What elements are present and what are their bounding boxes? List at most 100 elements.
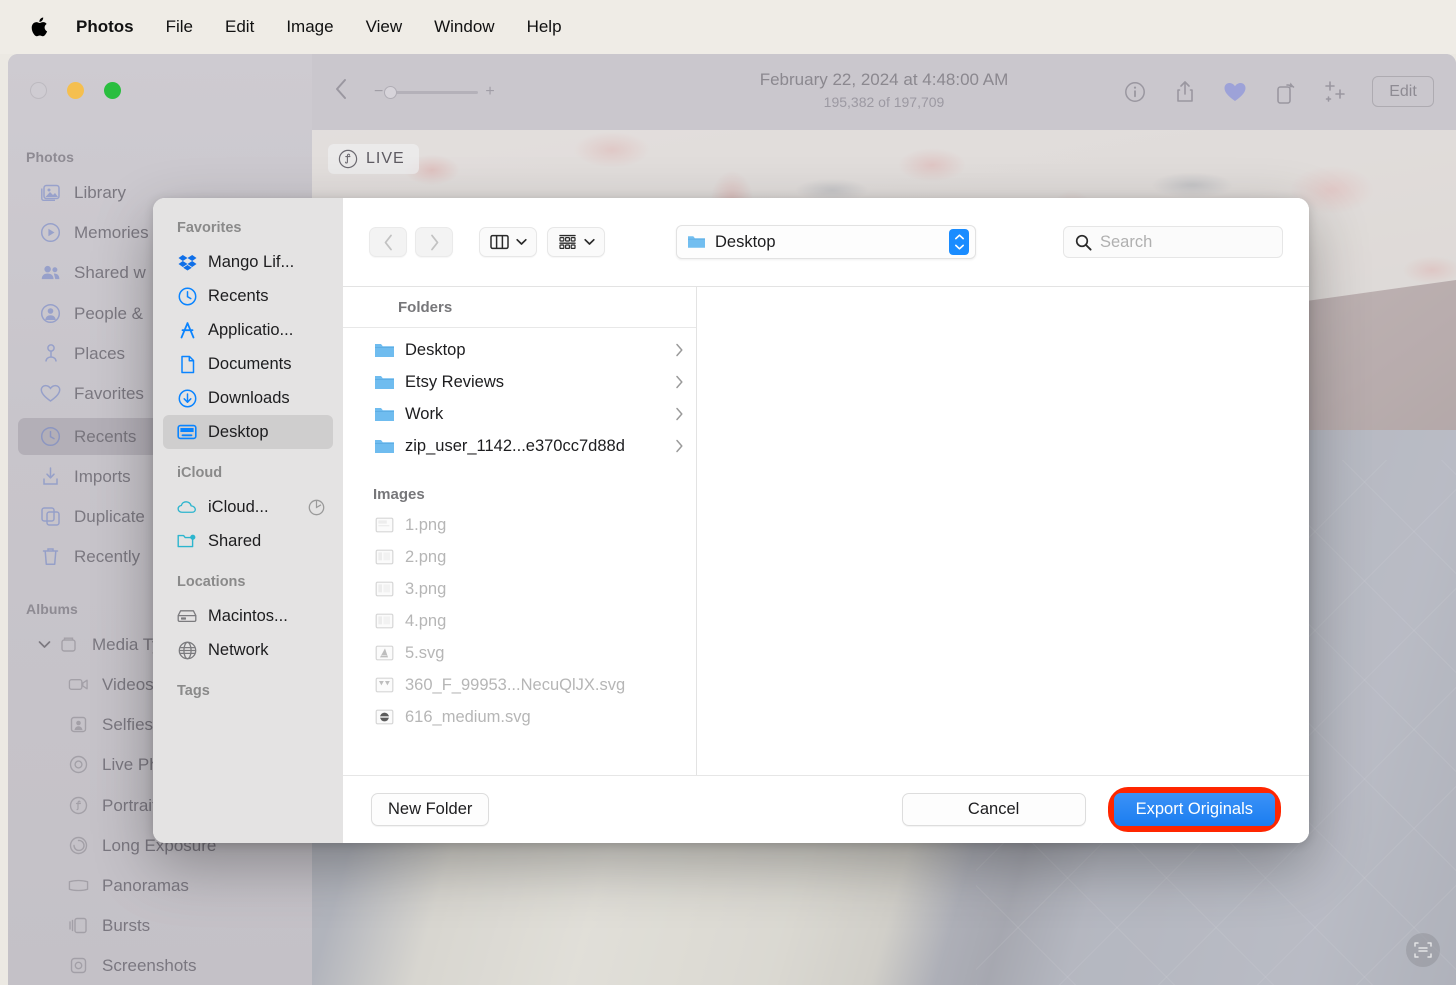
stepper-up-down-icon[interactable] <box>949 229 969 255</box>
column-view-icon <box>489 234 509 250</box>
file-browser-column-two[interactable] <box>697 287 1309 775</box>
sidebar-item-panoramas[interactable]: Panoramas <box>18 867 302 904</box>
dialog-sidebar-header-favorites: Favorites <box>177 220 242 236</box>
new-folder-label: New Folder <box>388 800 473 818</box>
search-input[interactable] <box>1100 232 1260 252</box>
menu-item-window[interactable]: Window <box>418 0 510 54</box>
info-icon[interactable] <box>1122 78 1148 106</box>
menu-item-view[interactable]: View <box>350 0 419 54</box>
folder-row-desktop[interactable]: Desktop <box>343 334 696 366</box>
dialog-sidebar-label-desktop: Desktop <box>208 422 269 441</box>
dialog-sidebar-label-network: Network <box>208 640 269 659</box>
folder-name: zip_user_1142...e370cc7d88d <box>405 436 625 455</box>
share-icon[interactable] <box>1172 78 1198 106</box>
photos-toolbar-icons: Edit <box>1122 76 1434 107</box>
sidebar-label-favorites: Favorites <box>74 383 144 403</box>
people-person-icon <box>40 303 61 324</box>
sidebar-item-bursts[interactable]: Bursts <box>18 907 302 944</box>
dialog-toolbar: Desktop <box>343 198 1309 286</box>
sidebar-label-places: Places <box>74 343 126 363</box>
dialog-sidebar-item-icloud-drive[interactable]: iCloud... <box>163 490 333 524</box>
menu-item-help[interactable]: Help <box>511 0 578 54</box>
video-camera-icon <box>68 674 89 695</box>
dialog-sidebar-item-desktop[interactable]: Desktop <box>163 415 333 449</box>
folder-name: Work <box>405 404 444 423</box>
clock-icon <box>40 426 61 447</box>
png-file-icon <box>373 515 395 535</box>
chevron-down-icon[interactable] <box>36 636 52 652</box>
chevron-right-icon[interactable] <box>675 439 684 453</box>
file-row-3-png[interactable]: 3.png <box>343 573 696 605</box>
menu-item-image[interactable]: Image <box>270 0 349 54</box>
chevron-right-icon[interactable] <box>675 407 684 421</box>
export-originals-button[interactable]: Export Originals <box>1113 793 1275 826</box>
path-popup-button[interactable]: Desktop <box>676 225 976 259</box>
view-mode-button[interactable] <box>479 227 537 257</box>
menu-bar: Photos File Edit Image View Window Help <box>0 0 1456 54</box>
dialog-sidebar-item-mango-life[interactable]: Mango Lif... <box>163 245 333 279</box>
folder-row-zip-user[interactable]: zip_user_1142...e370cc7d88d <box>343 430 696 462</box>
memories-play-icon <box>40 222 61 243</box>
folder-row-etsy-reviews[interactable]: Etsy Reviews <box>343 366 696 398</box>
file-row-360-svg[interactable]: 360_F_99953...NecuQlJX.svg <box>343 669 696 701</box>
menu-item-edit[interactable]: Edit <box>209 0 270 54</box>
png-file-icon <box>373 547 395 567</box>
dialog-back-button[interactable] <box>369 227 407 257</box>
folders-list[interactable]: Desktop Etsy Reviews Work zip_user_1142.… <box>343 328 696 775</box>
menu-item-photos[interactable]: Photos <box>60 0 150 54</box>
dialog-forward-button[interactable] <box>415 227 453 257</box>
selfie-icon <box>68 714 89 735</box>
duplicates-icon <box>40 506 61 527</box>
minimize-button[interactable] <box>67 82 84 99</box>
png-file-icon <box>373 611 395 631</box>
bursts-icon <box>68 915 89 936</box>
desktop-monitor-icon <box>177 422 197 442</box>
search-field[interactable] <box>1063 226 1283 258</box>
zoom-button[interactable] <box>104 82 121 99</box>
import-arrow-icon <box>40 466 61 487</box>
cancel-button[interactable]: Cancel <box>901 793 1086 826</box>
svg-file-icon <box>373 643 395 663</box>
apple-logo-icon[interactable] <box>20 16 60 38</box>
file-row-4-png[interactable]: 4.png <box>343 605 696 637</box>
folder-row-work[interactable]: Work <box>343 398 696 430</box>
file-row-616-svg[interactable]: 616_medium.svg <box>343 701 696 733</box>
heart-icon[interactable] <box>1222 78 1248 106</box>
globe-network-icon <box>177 640 197 660</box>
dialog-action-buttons: Cancel Export Originals <box>901 787 1281 832</box>
enhance-icon[interactable] <box>1322 78 1348 106</box>
live-text-scan-icon[interactable] <box>1406 933 1440 967</box>
live-photo-badge[interactable]: LIVE <box>328 144 419 174</box>
rotate-icon[interactable] <box>1272 78 1298 106</box>
group-by-grid-icon <box>558 234 576 250</box>
edit-button[interactable]: Edit <box>1372 76 1434 107</box>
heart-icon <box>40 383 61 404</box>
dialog-sidebar-item-shared[interactable]: Shared <box>163 524 333 558</box>
panorama-icon <box>68 875 89 896</box>
file-row-2-png[interactable]: 2.png <box>343 541 696 573</box>
group-by-button[interactable] <box>547 227 605 257</box>
file-row-1-png[interactable]: 1.png <box>343 509 696 541</box>
dialog-sidebar-item-downloads[interactable]: Downloads <box>163 381 333 415</box>
download-arrow-icon <box>177 388 197 408</box>
png-file-icon <box>373 579 395 599</box>
new-folder-button[interactable]: New Folder <box>371 793 490 826</box>
dialog-sidebar-label-applications: Applicatio... <box>208 320 294 339</box>
sidebar-item-screenshots[interactable]: Screenshots <box>18 947 302 984</box>
sidebar-label-bursts: Bursts <box>102 915 151 935</box>
chevron-right-icon[interactable] <box>675 375 684 389</box>
file-row-5-svg[interactable]: 5.svg <box>343 637 696 669</box>
dialog-sidebar-label-recents: Recents <box>208 286 269 305</box>
file-name: 2.png <box>405 547 447 566</box>
dialog-sidebar-item-applications[interactable]: Applicatio... <box>163 313 333 347</box>
photos-sidebar-header-albums: Albums <box>26 601 78 617</box>
dialog-sidebar-item-recents[interactable]: Recents <box>163 279 333 313</box>
chevron-right-icon[interactable] <box>675 343 684 357</box>
dialog-sidebar-item-macintosh-hd[interactable]: Macintos... <box>163 599 333 633</box>
dialog-sidebar-item-documents[interactable]: Documents <box>163 347 333 381</box>
dialog-sidebar-header-locations: Locations <box>177 574 246 590</box>
menu-item-file[interactable]: File <box>150 0 209 54</box>
close-button[interactable] <box>30 82 47 99</box>
shared-folder-icon <box>177 531 197 551</box>
dialog-sidebar-item-network[interactable]: Network <box>163 633 333 667</box>
